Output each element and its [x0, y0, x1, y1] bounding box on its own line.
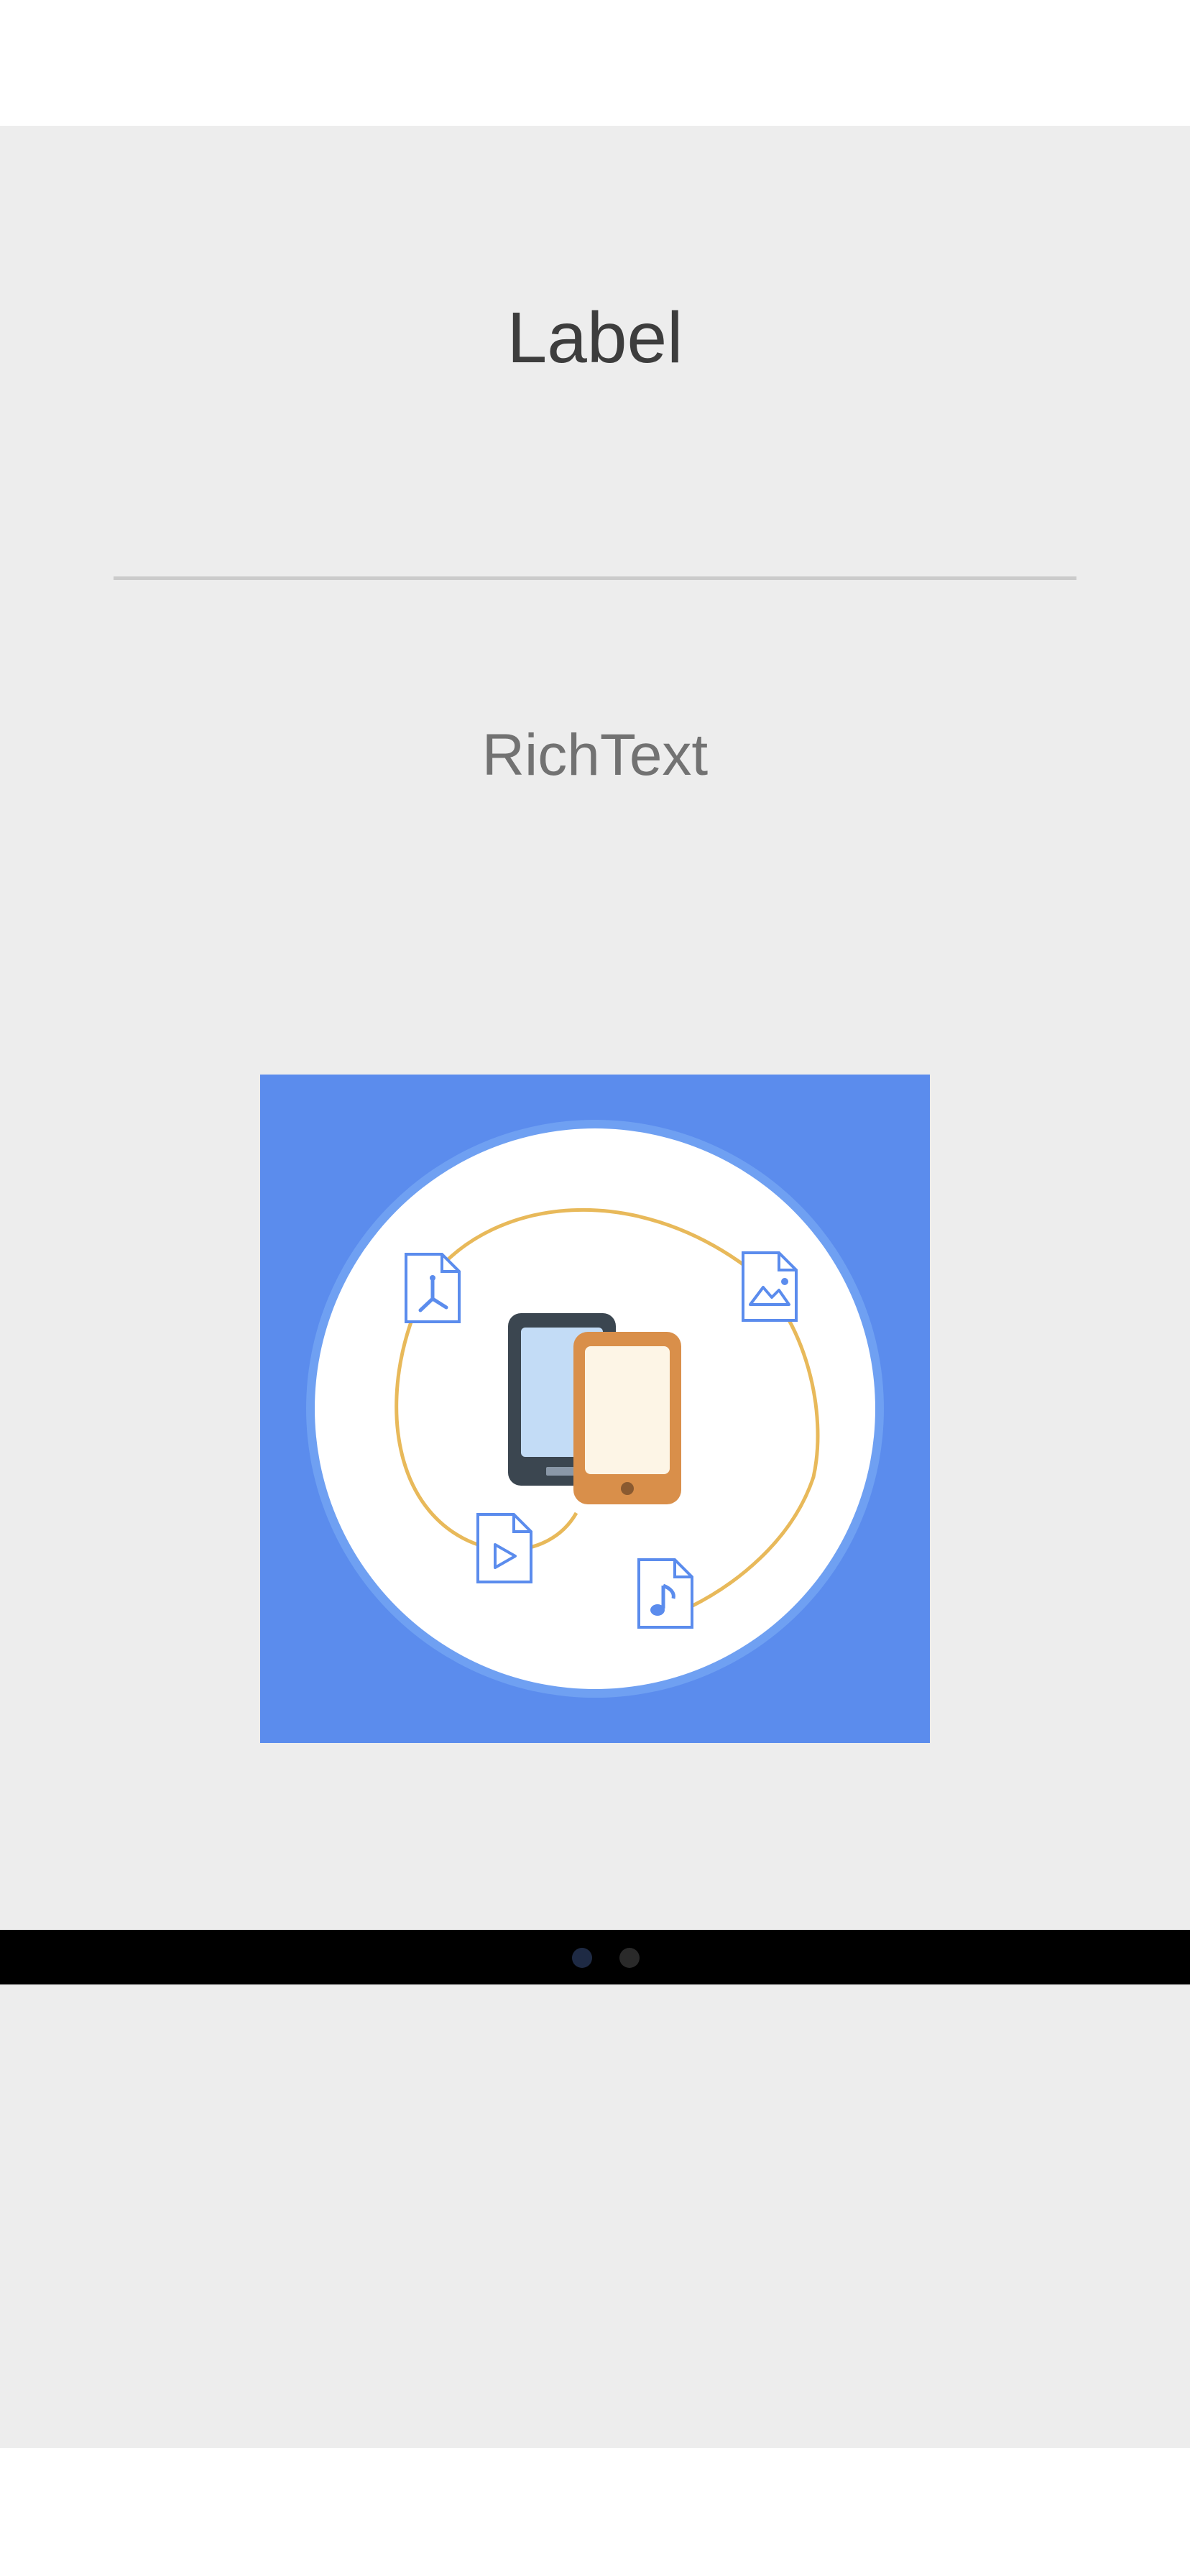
page-indicator-bar	[0, 1930, 1190, 1984]
video-file-icon	[476, 1513, 532, 1583]
music-file-icon	[637, 1558, 693, 1629]
pdf-file-icon	[405, 1253, 461, 1323]
phone-icon	[573, 1332, 681, 1504]
status-bar-area	[0, 0, 1190, 126]
label-title: Label	[507, 298, 683, 378]
illustration-image	[260, 1075, 930, 1743]
illustration-svg	[306, 1120, 884, 1698]
navigation-bar-area	[0, 2448, 1190, 2576]
image-file-icon	[742, 1251, 798, 1322]
app-screen: Label LOREM RichText	[0, 0, 1190, 2576]
richtext: RichText	[481, 722, 709, 788]
lower-content-area	[0, 1984, 1190, 2448]
page-dot-2[interactable]	[619, 1948, 640, 1968]
divider	[114, 576, 1076, 580]
page-dot-1[interactable]	[572, 1948, 592, 1968]
